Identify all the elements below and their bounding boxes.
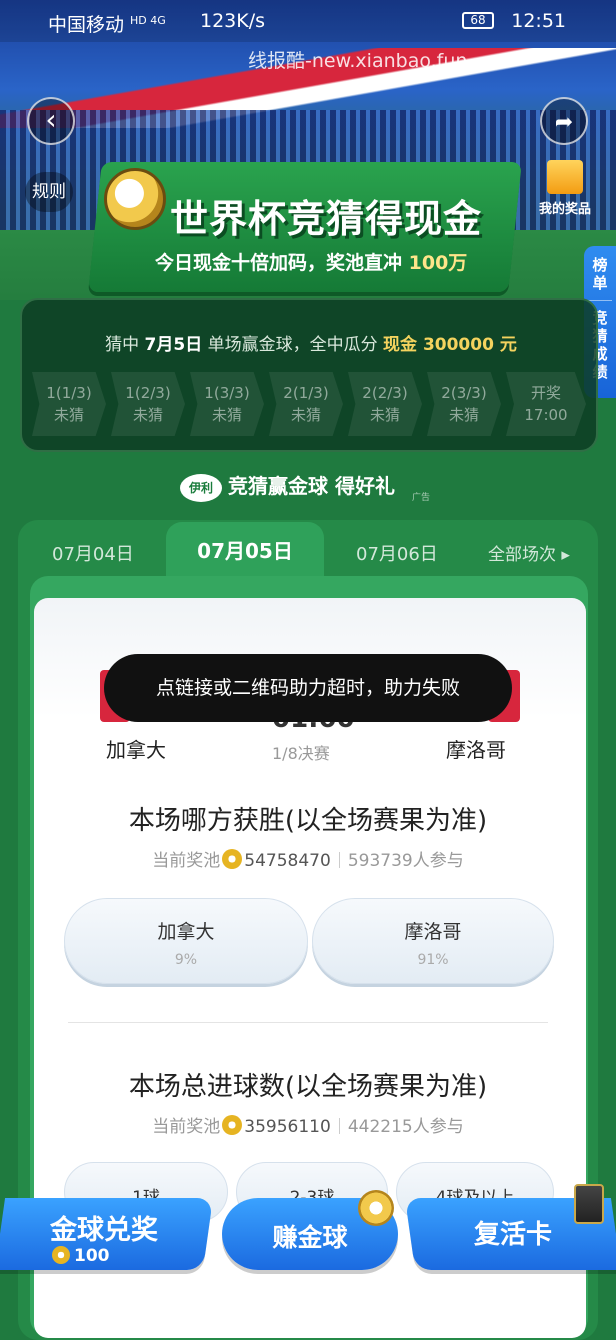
toast-message: 点链接或二维码助力超时，助力失败 — [104, 654, 512, 722]
progress-prize: 现金 300000 元 — [383, 335, 517, 355]
progress-step-draw: 开奖 17:00 — [506, 372, 586, 436]
watermark-text: 线报酷-new.xianbao.fun — [248, 50, 468, 72]
progress-prefix: 猜中 — [105, 335, 140, 355]
ad-tag: 广告 — [412, 493, 431, 503]
team-b-name: 摩洛哥 — [446, 738, 506, 762]
share-button[interactable]: ➦ — [540, 97, 588, 145]
ad-text: 竞猜赢金球 得好礼 — [228, 474, 395, 498]
question-pool: 当前奖池 54758470 593739人参与 — [0, 846, 616, 871]
progress-panel: 猜中 7月5日 单场赢金球，全中瓜分 现金 300000 元 1(1/3) 未猜 … — [20, 298, 598, 452]
back-button[interactable]: ‹ — [27, 97, 75, 145]
question-pool: 当前奖池 35956110 442215人参与 — [0, 1112, 616, 1137]
tab-date-prev[interactable]: 07月04日 — [52, 540, 134, 566]
my-prizes-button[interactable]: 我的奖品 — [535, 160, 595, 217]
pool-label: 当前奖池 — [152, 851, 221, 871]
gold-coin-icon — [52, 1246, 70, 1264]
divider — [68, 1022, 548, 1023]
tab-date-next[interactable]: 07月06日 — [356, 540, 438, 566]
option-percent: 91% — [417, 952, 449, 968]
gold-balance: 100 — [52, 1246, 110, 1266]
participants-count: 442215人参与 — [347, 1117, 464, 1137]
participants-count: 593739人参与 — [347, 851, 464, 871]
network-label: HD 4G — [130, 14, 166, 27]
leaderboard-tab[interactable]: 榜单 — [591, 256, 609, 292]
gold-coin-icon — [222, 1115, 243, 1135]
progress-step: 1(2/3) 未猜 — [111, 372, 185, 436]
status-bar: 中国移动 HD 4G 123K/s 68 12:51 — [0, 0, 616, 42]
option-percent: 9% — [174, 952, 198, 968]
net-speed: 123K/s — [200, 10, 266, 32]
banner-subtitle-highlight: 100万 — [408, 252, 468, 274]
progress-step: 2(1/3) 未猜 — [269, 372, 343, 436]
gold-ball-icon — [104, 168, 166, 230]
tab-all-matches[interactable]: 全部场次 ▸ — [488, 540, 570, 565]
option-name: 加拿大 — [157, 921, 215, 943]
gold-exchange-label: 金球兑奖 — [50, 1215, 158, 1246]
gold-balance-value: 100 — [74, 1246, 110, 1266]
team-a-name: 加拿大 — [106, 738, 166, 762]
progress-step: 1(3/3) 未猜 — [190, 372, 264, 436]
carrier-label: 中国移动 — [48, 14, 125, 36]
progress-step: 2(3/3) 未猜 — [427, 372, 501, 436]
my-prizes-label: 我的奖品 — [538, 202, 591, 217]
banner-title: 世界杯竞猜得现金 — [170, 197, 483, 241]
option-name: 摩洛哥 — [404, 921, 462, 943]
question-title: 本场总进球数(以全场赛果为准) — [128, 1072, 488, 1102]
progress-date: 7月5日 — [144, 335, 203, 355]
match-stage: 1/8决赛 — [272, 744, 330, 763]
question-title: 本场哪方获胜(以全场赛果为准) — [128, 806, 488, 836]
progress-step: 1(1/3) 未猜 — [32, 372, 106, 436]
share-arrow-icon: ➦ — [554, 110, 574, 135]
pool-amount: 54758470 — [244, 851, 331, 871]
progress-step: 2(2/3) 未猜 — [348, 372, 422, 436]
yili-logo-icon: 伊利 — [180, 473, 222, 502]
gold-coin-icon — [222, 849, 243, 869]
banner-subtitle-text: 今日现金十倍加码，奖池直冲 — [155, 252, 403, 274]
progress-title: 猜中 7月5日 单场赢金球，全中瓜分 现金 300000 元 — [22, 330, 600, 355]
option-team-a[interactable]: 加拿大 9% — [64, 898, 308, 984]
pool-amount: 35956110 — [244, 1117, 331, 1137]
clock: 12:51 — [511, 10, 566, 32]
option-team-b[interactable]: 摩洛哥 91% — [312, 898, 554, 984]
rules-button[interactable]: 规则 — [25, 172, 73, 212]
back-arrow-icon: ‹ — [45, 103, 57, 136]
gift-box-icon — [547, 160, 583, 194]
sponsor-ad[interactable]: 伊利 竞猜赢金球 得好礼 — [180, 470, 395, 502]
progress-mid: 单场赢金球，全中瓜分 — [207, 335, 378, 355]
battery-icon: 68 — [462, 12, 494, 29]
gold-ball-icon — [358, 1190, 394, 1226]
banner-subtitle: 今日现金十倍加码，奖池直冲 100万 — [155, 248, 467, 275]
revive-card-icon — [574, 1184, 604, 1224]
pool-label: 当前奖池 — [152, 1117, 221, 1137]
